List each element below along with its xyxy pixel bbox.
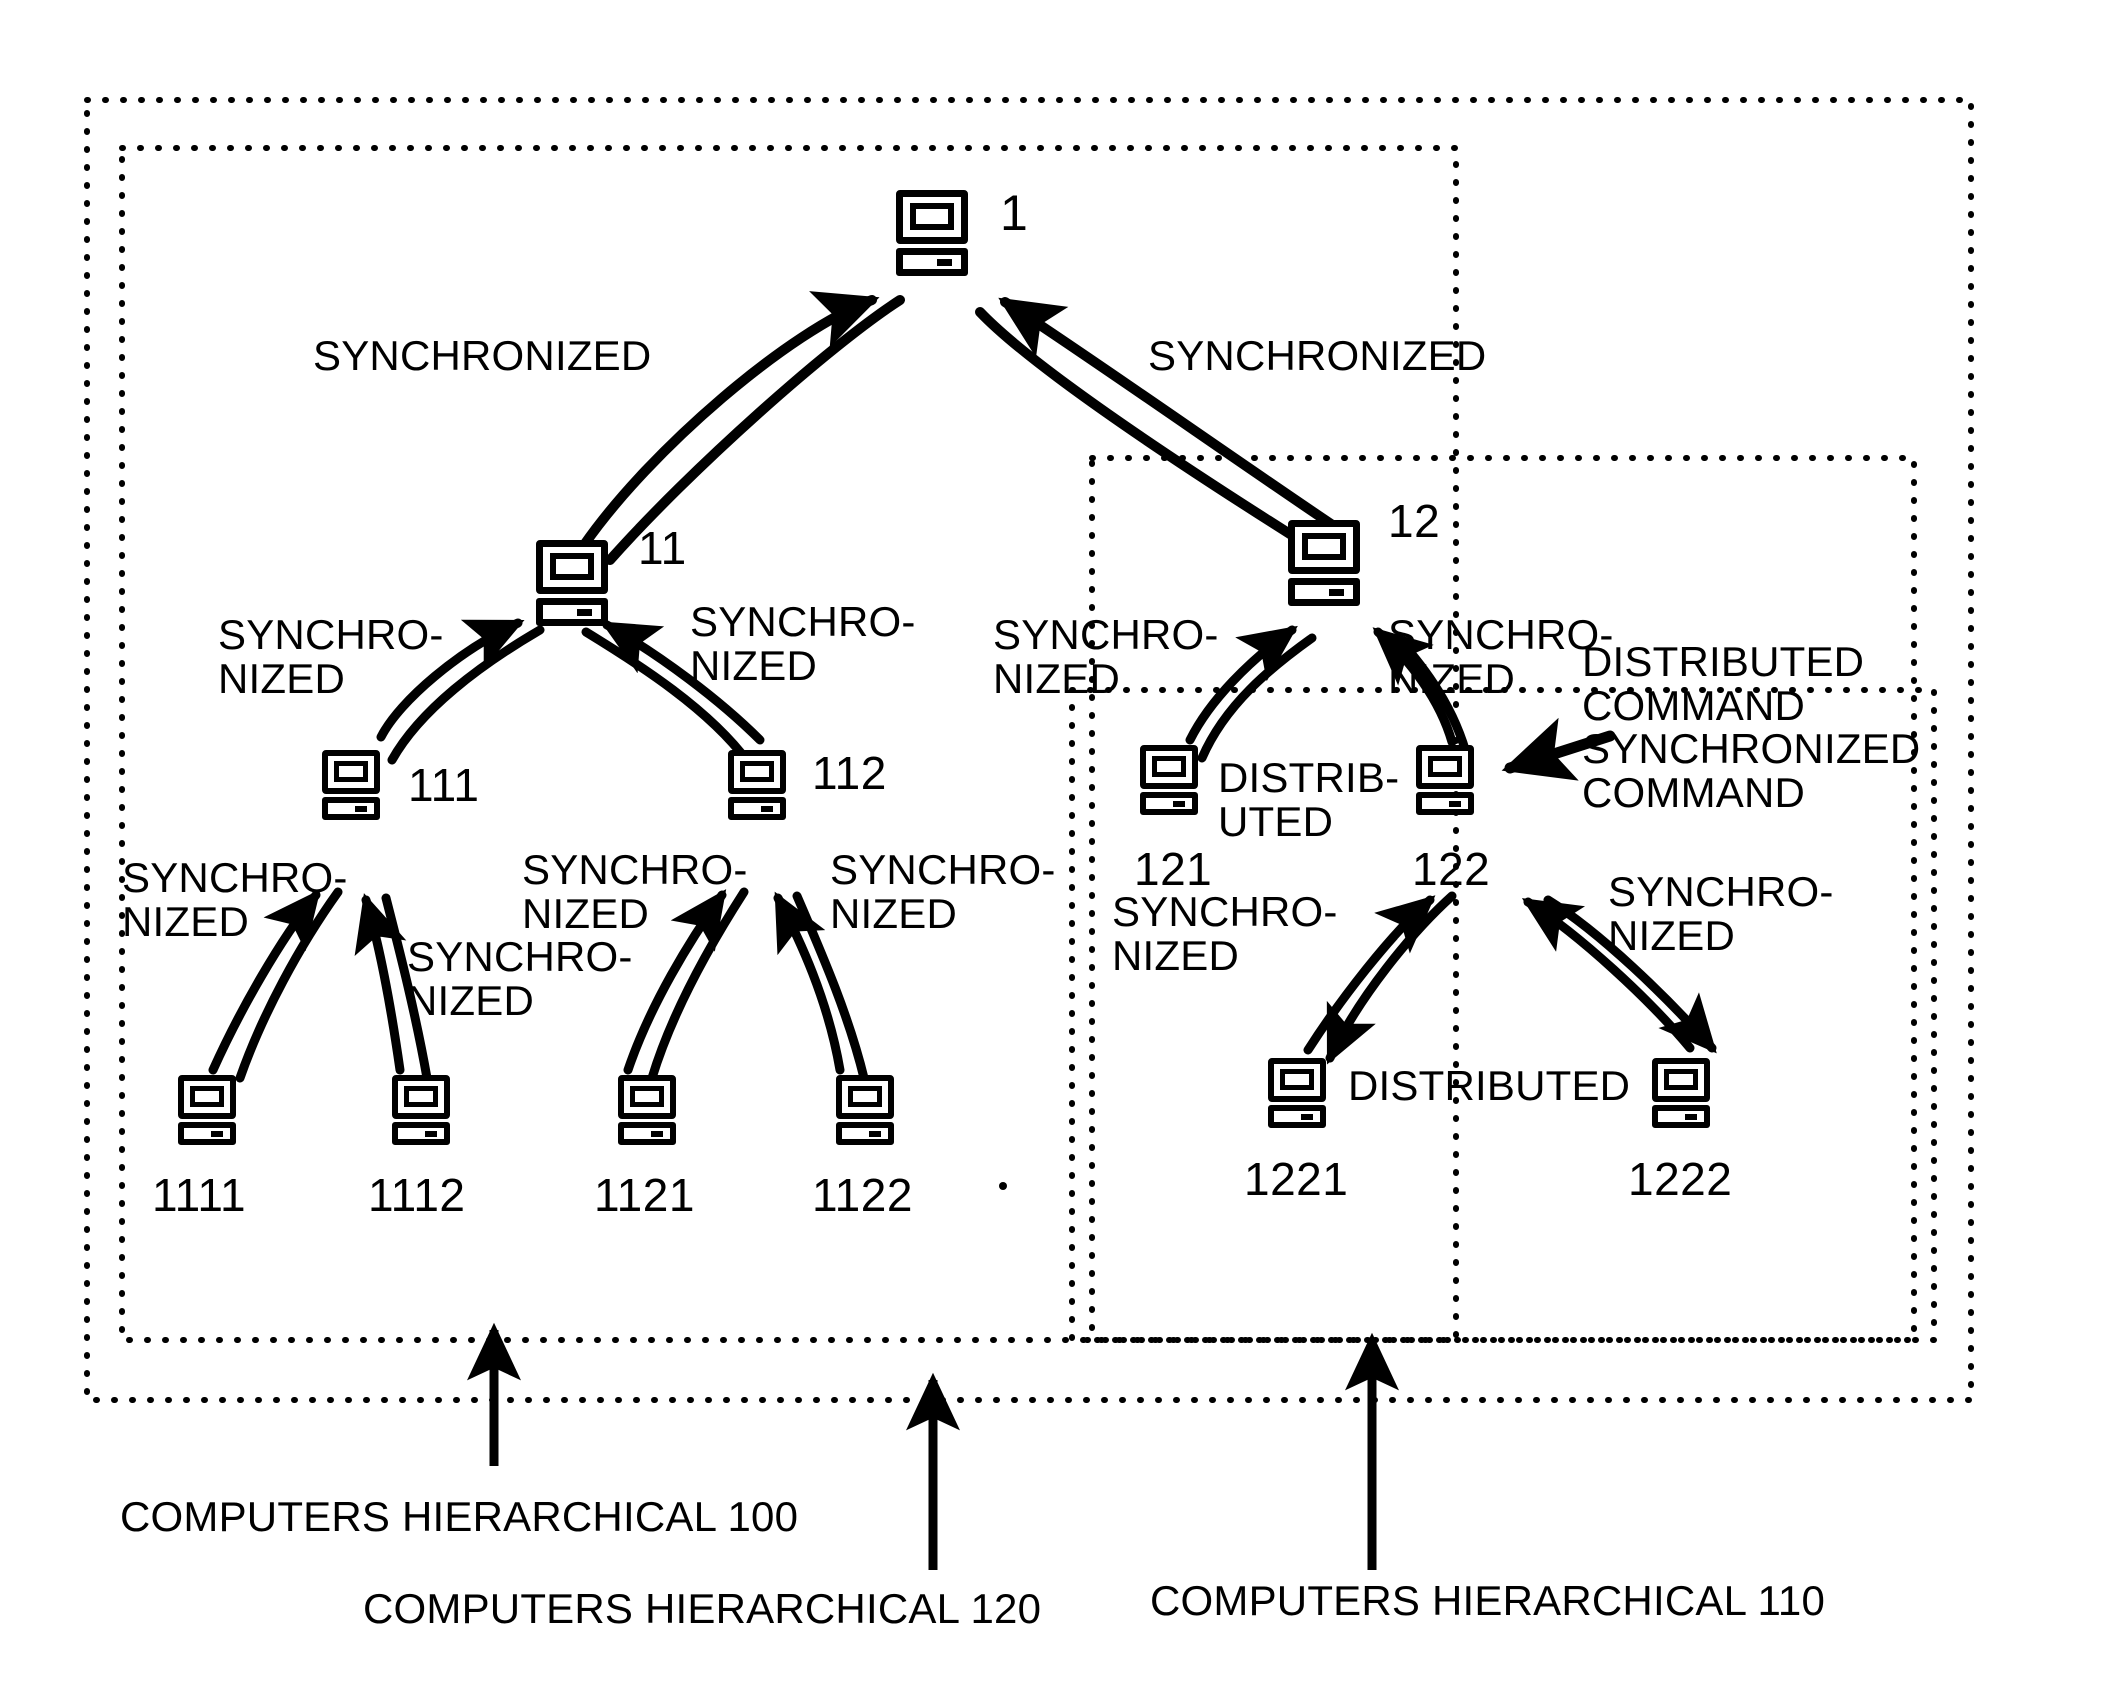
node-label-1221: 1221 — [1244, 1153, 1349, 1205]
computer-node-1112[interactable] — [392, 1075, 458, 1145]
edge-label-distributed-1221: DISTRIBUTED — [1348, 1062, 1631, 1109]
computer-base-icon — [536, 598, 608, 626]
computer-base-icon — [1140, 792, 1198, 815]
caption-100: COMPUTERS HIERARCHICAL 100 — [120, 1493, 799, 1540]
edge-122-to-1221 — [1325, 891, 1457, 1065]
computer-base-icon — [178, 1122, 236, 1145]
computer-node-1121[interactable] — [618, 1075, 684, 1145]
caption-120: COMPUTERS HIERARCHICAL 120 — [363, 1585, 1042, 1632]
computer-base-icon — [392, 1122, 450, 1145]
computer-base-icon — [1416, 792, 1474, 815]
edge-label-1-left: SYNCHRONIZED — [313, 332, 652, 379]
edge-label-1-right: SYNCHRONIZED — [1148, 332, 1487, 379]
edge-label-122-right: SYNCHRO- NIZED — [1608, 868, 1834, 959]
edge-label-12-left: SYNCHRO- NIZED — [993, 611, 1219, 702]
figure-canvas: 1 11 12 111 112 121 122 1111 1112 1121 1… — [0, 0, 2110, 1698]
computer-node-1[interactable] — [896, 190, 980, 276]
computer-node-1122[interactable] — [836, 1075, 902, 1145]
monitor-icon — [322, 750, 380, 794]
computer-node-112[interactable] — [728, 750, 794, 820]
monitor-icon — [536, 540, 608, 594]
edge-label-111-right: SYNCHRO- NIZED — [407, 933, 633, 1024]
edge-label-11-left: SYNCHRO- NIZED — [218, 611, 444, 702]
computer-node-12[interactable] — [1288, 520, 1372, 606]
monitor-icon — [392, 1075, 450, 1119]
node-label-11: 11 — [638, 522, 687, 574]
computer-base-icon — [618, 1122, 676, 1145]
ink-speck — [999, 1182, 1007, 1190]
computer-base-icon — [1288, 578, 1360, 606]
node-label-1112: 1112 — [368, 1169, 466, 1221]
edge-label-111-left: SYNCHRO- NIZED — [122, 854, 348, 945]
computer-node-1222[interactable] — [1652, 1058, 1718, 1128]
node-label-121: 121 — [1134, 843, 1213, 895]
edge-label-12-right: SYNCHRO- NIZED — [1388, 611, 1614, 702]
monitor-icon — [1268, 1058, 1326, 1102]
computer-base-icon — [728, 797, 786, 820]
monitor-icon — [1416, 745, 1474, 789]
edge-label-112-right: SYNCHRO- NIZED — [830, 846, 1056, 937]
monitor-icon — [1140, 745, 1198, 789]
edge-label-distributed-121: DISTRIB- UTED — [1218, 754, 1400, 845]
node-label-112: 112 — [812, 747, 887, 799]
computer-node-11[interactable] — [536, 540, 620, 626]
monitor-icon — [836, 1075, 894, 1119]
caption-110: COMPUTERS HIERARCHICAL 110 — [1150, 1577, 1826, 1624]
callout-command-text: DISTRIBUTED COMMAND SYNCHRONIZED COMMAND — [1582, 638, 1921, 817]
node-label-12: 12 — [1388, 495, 1441, 547]
monitor-icon — [728, 750, 786, 794]
node-label-1: 1 — [1000, 185, 1029, 241]
computer-node-1111[interactable] — [178, 1075, 244, 1145]
computer-base-icon — [896, 248, 968, 276]
monitor-icon — [178, 1075, 236, 1119]
computer-base-icon — [1652, 1105, 1710, 1128]
node-label-1111: 1111 — [152, 1169, 247, 1221]
computer-node-122[interactable] — [1416, 745, 1482, 815]
monitor-icon — [896, 190, 968, 244]
monitor-icon — [1652, 1058, 1710, 1102]
edge-1-to-11 — [605, 295, 905, 565]
computer-base-icon — [836, 1122, 894, 1145]
node-label-1222: 1222 — [1628, 1153, 1733, 1205]
node-label-122: 122 — [1412, 843, 1491, 895]
node-label-111: 111 — [408, 759, 480, 811]
computer-node-111[interactable] — [322, 750, 388, 820]
computer-base-icon — [1268, 1105, 1326, 1128]
computer-base-icon — [322, 797, 380, 820]
edge-label-122-left: SYNCHRO- NIZED — [1112, 888, 1338, 979]
computer-node-121[interactable] — [1140, 745, 1206, 815]
monitor-icon — [618, 1075, 676, 1119]
edge-label-112-left: SYNCHRO- NIZED — [522, 846, 748, 937]
node-label-1122: 1122 — [812, 1169, 913, 1221]
node-label-1121: 1121 — [594, 1169, 695, 1221]
monitor-icon — [1288, 520, 1360, 574]
edge-label-11-right: SYNCHRO- NIZED — [690, 598, 916, 689]
computer-node-1221[interactable] — [1268, 1058, 1334, 1128]
